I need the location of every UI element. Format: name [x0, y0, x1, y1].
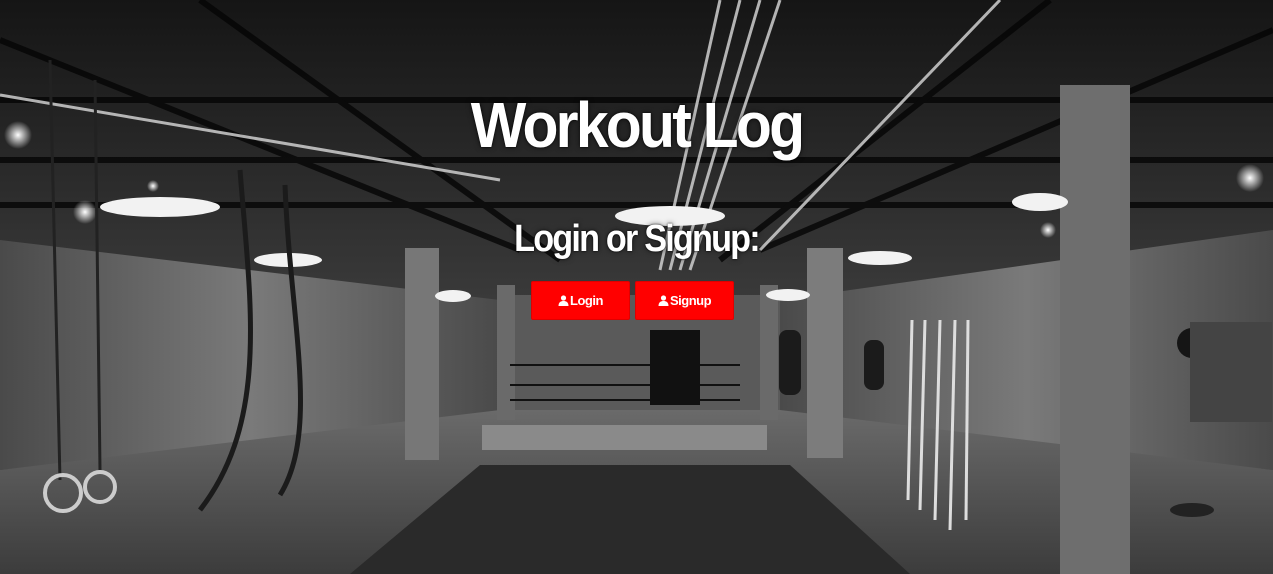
login-signup-prompt: Login or Signup:	[514, 218, 761, 260]
login-button-label: Login	[570, 293, 603, 308]
auth-button-group: Login Signup	[531, 281, 734, 320]
user-icon	[658, 295, 669, 306]
hero-section: Workout Log Login or Signup: Login Signu…	[0, 0, 1273, 574]
login-button[interactable]: Login	[531, 281, 630, 320]
user-icon	[558, 295, 569, 306]
page-title: Workout Log	[470, 89, 805, 161]
signup-button-label: Signup	[669, 293, 712, 308]
signup-button[interactable]: Signup	[635, 281, 734, 320]
